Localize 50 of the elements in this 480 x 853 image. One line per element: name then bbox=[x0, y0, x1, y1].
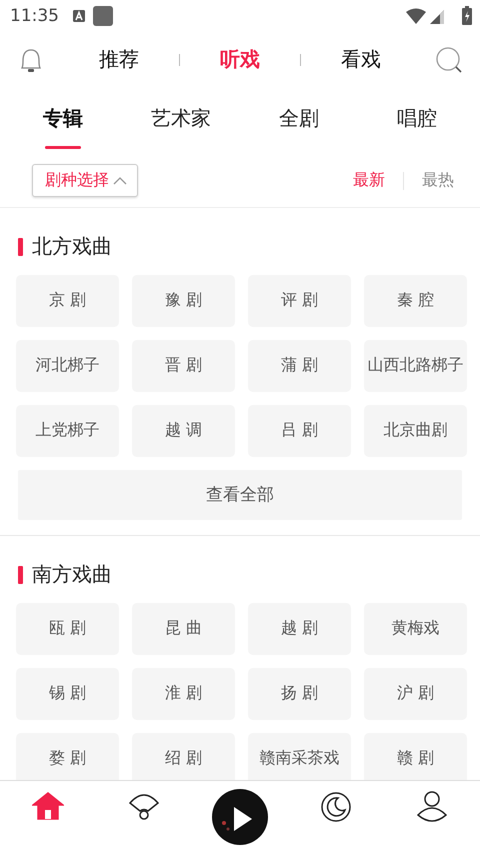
genre-item[interactable]: 晋 剧 bbox=[132, 340, 235, 392]
section-marker bbox=[18, 238, 23, 256]
genre-item[interactable]: 扬 剧 bbox=[248, 668, 351, 720]
genre-item[interactable]: 北京曲剧 bbox=[364, 404, 467, 457]
genre-item[interactable]: 豫 剧 bbox=[132, 274, 235, 327]
home-icon[interactable] bbox=[32, 791, 64, 822]
genre-item[interactable]: 赣南采茶戏 bbox=[248, 732, 351, 780]
section-marker bbox=[18, 566, 23, 584]
genre-item[interactable]: 绍 剧 bbox=[132, 732, 235, 780]
genre-item[interactable]: 吕 剧 bbox=[248, 404, 351, 457]
caret-up-icon bbox=[113, 176, 127, 186]
signal-icon bbox=[430, 8, 444, 24]
genre-item[interactable]: 越 剧 bbox=[248, 602, 351, 655]
genre-item[interactable]: 淮 剧 bbox=[132, 668, 235, 720]
genre-item[interactable]: 婺 剧 bbox=[16, 732, 119, 780]
battery-icon bbox=[462, 6, 472, 26]
genre-item[interactable]: 锡 剧 bbox=[16, 668, 119, 720]
genre-filter-button[interactable]: 剧种选择 bbox=[32, 164, 138, 198]
keyboard-a-icon bbox=[73, 10, 85, 22]
top-tab[interactable]: 推荐 bbox=[59, 42, 179, 78]
sort-option[interactable]: 最新 bbox=[349, 170, 389, 192]
top-tab[interactable]: 看戏 bbox=[301, 42, 421, 78]
genre-item[interactable]: 沪 剧 bbox=[364, 668, 467, 720]
section-title: 南方戏曲 bbox=[32, 561, 112, 588]
genre-item[interactable]: 越 调 bbox=[132, 404, 235, 457]
genre-item[interactable]: 上党梆子 bbox=[16, 404, 119, 457]
play-disc-icon[interactable] bbox=[212, 789, 268, 846]
genre-item[interactable]: 秦 腔 bbox=[364, 274, 467, 327]
view-all-button[interactable]: 查看全部 bbox=[18, 470, 462, 520]
category-tab[interactable]: 专辑 bbox=[4, 87, 122, 149]
category-tab[interactable]: 唱腔 bbox=[358, 87, 476, 149]
wifi-icon bbox=[406, 8, 426, 24]
moon-icon[interactable] bbox=[320, 791, 352, 824]
genre-item[interactable]: 赣 剧 bbox=[364, 732, 467, 780]
genre-item[interactable]: 京 剧 bbox=[16, 274, 119, 327]
genre-item[interactable]: 评 剧 bbox=[248, 274, 351, 327]
category-tab[interactable]: 艺术家 bbox=[122, 87, 240, 149]
genre-item[interactable]: 蒲 剧 bbox=[248, 340, 351, 392]
status-time: 11:35 bbox=[10, 6, 59, 26]
genre-item[interactable]: 昆 曲 bbox=[132, 602, 235, 655]
genre-item[interactable]: 瓯 剧 bbox=[16, 602, 119, 655]
genre-item[interactable]: 黄梅戏 bbox=[364, 602, 467, 655]
genre-item[interactable]: 河北梆子 bbox=[16, 340, 119, 392]
sort-option[interactable]: 最热 bbox=[418, 170, 458, 192]
app-square-icon bbox=[93, 6, 113, 26]
genre-item[interactable]: 山西北路梆子 bbox=[364, 340, 467, 392]
search-icon[interactable] bbox=[436, 46, 462, 73]
top-tab[interactable]: 听戏 bbox=[180, 42, 300, 78]
section-title: 北方戏曲 bbox=[32, 233, 112, 260]
category-tab[interactable]: 全剧 bbox=[240, 87, 358, 149]
